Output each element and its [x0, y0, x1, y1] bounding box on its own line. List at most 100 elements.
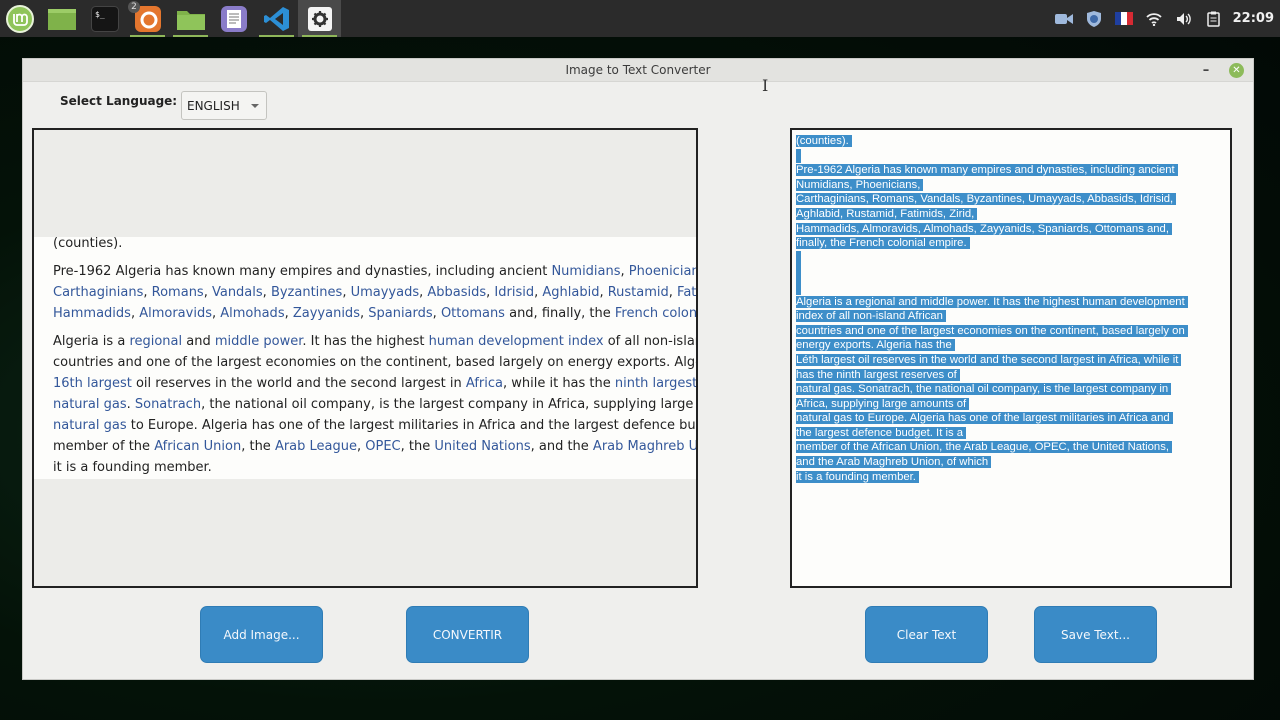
- image-text-link: Spaniards: [368, 306, 433, 321]
- add-image-button[interactable]: Add Image...: [200, 606, 323, 663]
- image-text: , while it has the: [502, 376, 615, 391]
- minimize-button[interactable]: –: [1197, 61, 1215, 79]
- language-selected-value: ENGLISH: [187, 98, 240, 113]
- launcher-text-editor[interactable]: [212, 0, 255, 37]
- clock[interactable]: 22:09: [1229, 11, 1280, 26]
- selected-text: has the ninth largest reserves of: [796, 368, 960, 381]
- text-line: (counties).: [796, 134, 1230, 149]
- wifi-icon[interactable]: [1139, 0, 1169, 37]
- image-text-link: Byzantines: [270, 285, 343, 300]
- image-text-link: Sonatrach: [134, 397, 202, 412]
- launcher-settings-app[interactable]: [298, 0, 341, 37]
- image-text-link: Zayyanids: [292, 306, 360, 321]
- image-text: to Europe. Algeria has one of the larges…: [130, 418, 696, 433]
- launcher-folder[interactable]: [169, 0, 212, 37]
- image-text-link: human development index: [428, 334, 604, 349]
- image-text: Pre-1962 Algeria has known many empires …: [53, 264, 552, 279]
- image-text-link: Almohads: [220, 306, 285, 321]
- text-line: Africa, supplying large amounts of: [796, 397, 1230, 412]
- image-text: ,: [203, 285, 212, 300]
- launcher-mint-menu[interactable]: [0, 0, 40, 37]
- image-text: member of the: [53, 439, 155, 454]
- shield-icon[interactable]: [1079, 0, 1109, 37]
- image-text: , the national oil company, is the large…: [201, 397, 696, 412]
- close-button[interactable]: ✕: [1229, 63, 1244, 78]
- text-line: Carthaginians, Romans, Vandals, Byzantin…: [796, 192, 1230, 207]
- text-line: has the ninth largest reserves of: [796, 368, 1230, 383]
- clipboard-icon[interactable]: [1199, 0, 1229, 37]
- selection-blank: [796, 279, 801, 295]
- image-text-line: it is a founding member.: [53, 457, 696, 478]
- image-text-line: 16th largest oil reserves in the world a…: [53, 373, 698, 394]
- image-text-link: 16th largest: [53, 376, 132, 391]
- image-text-link: Africa: [465, 376, 503, 391]
- selected-text: countries and one of the largest economi…: [796, 324, 1188, 337]
- image-text-link: Abbasids: [427, 285, 487, 300]
- image-text-link: Vandals: [211, 285, 263, 300]
- image-text-link: Ottomans: [440, 306, 505, 321]
- image-text-line: countries and one of the largest economi…: [53, 352, 696, 373]
- text-line: natural gas to Europe. Algeria has one o…: [796, 411, 1230, 426]
- image-text: Algeria is a: [53, 334, 130, 349]
- selected-text: and the Arab Maghreb Union, of which: [796, 456, 992, 469]
- image-text: countries and one of the largest economi…: [53, 355, 696, 370]
- extracted-text-area[interactable]: (counties). Pre-1962 Algeria has known ma…: [790, 128, 1232, 588]
- image-text-link: Idrisid: [494, 285, 535, 300]
- title-bar[interactable]: Image to Text Converter – ✕: [23, 59, 1253, 82]
- image-text-link: Hammadids: [53, 306, 131, 321]
- image-text-line: natural gas to Europe. Algeria has one o…: [53, 415, 696, 436]
- convert-button[interactable]: CONVERTIR: [406, 606, 529, 663]
- launcher-terminal[interactable]: $_: [83, 0, 126, 37]
- text-line: Léth largest oil reserves in the world a…: [796, 353, 1230, 368]
- selected-text: energy exports. Algeria has the: [796, 339, 955, 352]
- selected-text: Hammadids, Almoravids, Almohads, Zayyani…: [796, 222, 1172, 235]
- text-line: finally, the French colonial empire.: [796, 236, 1230, 251]
- launcher-firefox[interactable]: 2: [126, 0, 169, 37]
- taskbar: $_ 2 22:09: [0, 0, 1280, 37]
- image-text-line: Algeria is a regional and middle power. …: [53, 331, 696, 352]
- language-dropdown[interactable]: ENGLISH: [181, 91, 267, 120]
- launcher-files-window[interactable]: [40, 0, 83, 37]
- camera-icon[interactable]: [1049, 0, 1079, 37]
- image-text: ,: [432, 306, 441, 321]
- image-text: it is a founding member.: [53, 460, 212, 475]
- svg-text:$_: $_: [95, 10, 105, 19]
- text-line: energy exports. Algeria has the: [796, 338, 1230, 353]
- selected-text: natural gas to Europe. Algeria has one o…: [796, 412, 1173, 425]
- window-title: Image to Text Converter: [565, 63, 711, 77]
- image-text: , and the: [530, 439, 593, 454]
- save-text-button[interactable]: Save Text...: [1034, 606, 1157, 663]
- image-text-link: Fatimids: [677, 285, 698, 300]
- selected-text: Carthaginians, Romans, Vandals, Byzantin…: [796, 193, 1177, 206]
- text-line: Numidians, Phoenicians,: [796, 178, 1230, 193]
- running-indicator: [259, 35, 294, 37]
- launcher-vscode[interactable]: [255, 0, 298, 37]
- selected-text: (counties).: [796, 135, 852, 147]
- clear-text-button[interactable]: Clear Text: [865, 606, 988, 663]
- image-text-link: ninth largest: [614, 376, 698, 391]
- terminal-icon: $_: [90, 5, 119, 32]
- mint-menu-icon: [6, 4, 34, 33]
- text-line: [796, 250, 1230, 266]
- image-text-link: United Nations: [434, 439, 531, 454]
- loaded-image: (counties). Pre-1962 Algeria has known ma…: [34, 237, 698, 479]
- image-text-link: Romans: [151, 285, 204, 300]
- image-text-link: African Union: [154, 439, 242, 454]
- settings-gear-icon: [307, 6, 332, 31]
- selected-text: Numidians, Phoenicians,: [796, 178, 924, 191]
- image-text-link: Carthaginians: [53, 285, 144, 300]
- flag-fr-icon[interactable]: [1109, 0, 1139, 37]
- text-editor-icon: [220, 5, 247, 32]
- image-text: of all non-island African: [607, 334, 696, 349]
- image-text-link: natural gas: [53, 397, 127, 412]
- image-text: .: [126, 397, 135, 412]
- text-line: Hammadids, Almoravids, Almohads, Zayyani…: [796, 222, 1230, 237]
- text-line: Algeria is a regional and middle power. …: [796, 295, 1230, 310]
- image-text: reserves of: [697, 376, 698, 391]
- image-preview-panel: (counties). Pre-1962 Algeria has known ma…: [32, 128, 698, 588]
- text-line: the largest defence budget. It is a: [796, 426, 1230, 441]
- firefox-window-count-badge: 2: [128, 1, 140, 13]
- volume-icon[interactable]: [1169, 0, 1199, 37]
- image-text: oil reserves in the world and the second…: [131, 376, 466, 391]
